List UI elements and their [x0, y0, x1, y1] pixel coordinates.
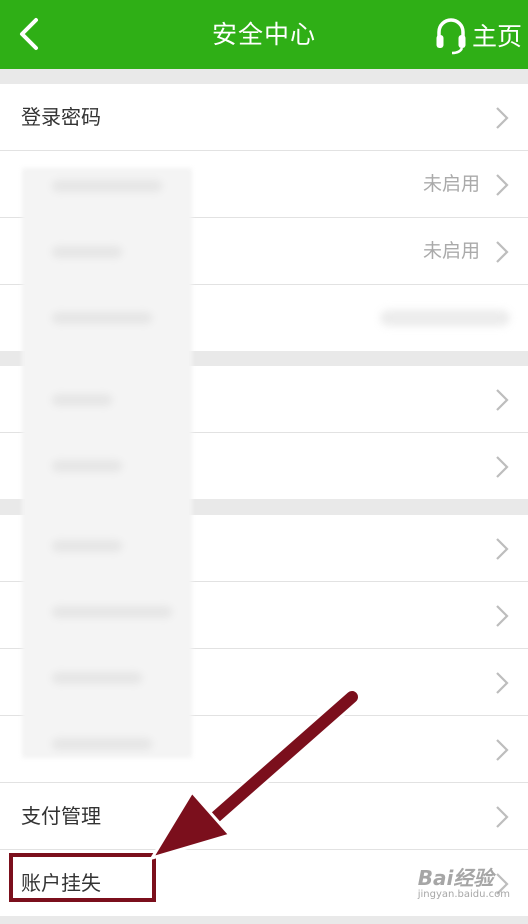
row-label: 登录密码	[21, 105, 101, 129]
watermark-url: jingyan.baidu.com	[417, 889, 510, 900]
chevron-right-icon	[496, 538, 509, 560]
blurred-region	[22, 168, 192, 758]
chevron-right-icon	[496, 456, 509, 478]
blurred-text	[52, 460, 122, 472]
list-item-payment-management[interactable]: 支付管理	[0, 783, 528, 850]
row-label: 支付管理	[21, 804, 101, 828]
chevron-right-icon	[496, 605, 509, 627]
list-item-login-password[interactable]: 登录密码	[0, 84, 528, 151]
blurred-text	[52, 540, 122, 552]
chevron-right-icon	[496, 389, 509, 411]
status-text: 未启用	[422, 240, 480, 262]
chevron-right-icon	[496, 174, 509, 196]
blurred-text	[52, 606, 172, 618]
headset-icon	[436, 17, 466, 54]
home-button[interactable]: 主页	[434, 0, 522, 69]
highlight-box	[9, 853, 156, 902]
home-label: 主页	[471, 21, 522, 51]
chevron-right-icon	[496, 241, 509, 263]
chevron-right-icon	[496, 672, 509, 694]
blurred-text	[52, 672, 142, 684]
chevron-right-icon	[496, 806, 509, 828]
watermark: Bai经验 jingyan.baidu.com	[418, 862, 510, 900]
blurred-text	[52, 312, 152, 324]
status-text: 未启用	[422, 173, 480, 195]
blurred-text	[52, 180, 162, 192]
chevron-right-icon	[496, 739, 509, 761]
top-bar: 安全中心 主页	[0, 0, 528, 69]
blurred-value	[380, 310, 510, 326]
watermark-brand: Bai经验	[417, 866, 494, 890]
chevron-right-icon	[496, 107, 509, 129]
blurred-text	[52, 246, 122, 258]
blurred-text	[52, 738, 152, 750]
blurred-text	[52, 394, 112, 406]
